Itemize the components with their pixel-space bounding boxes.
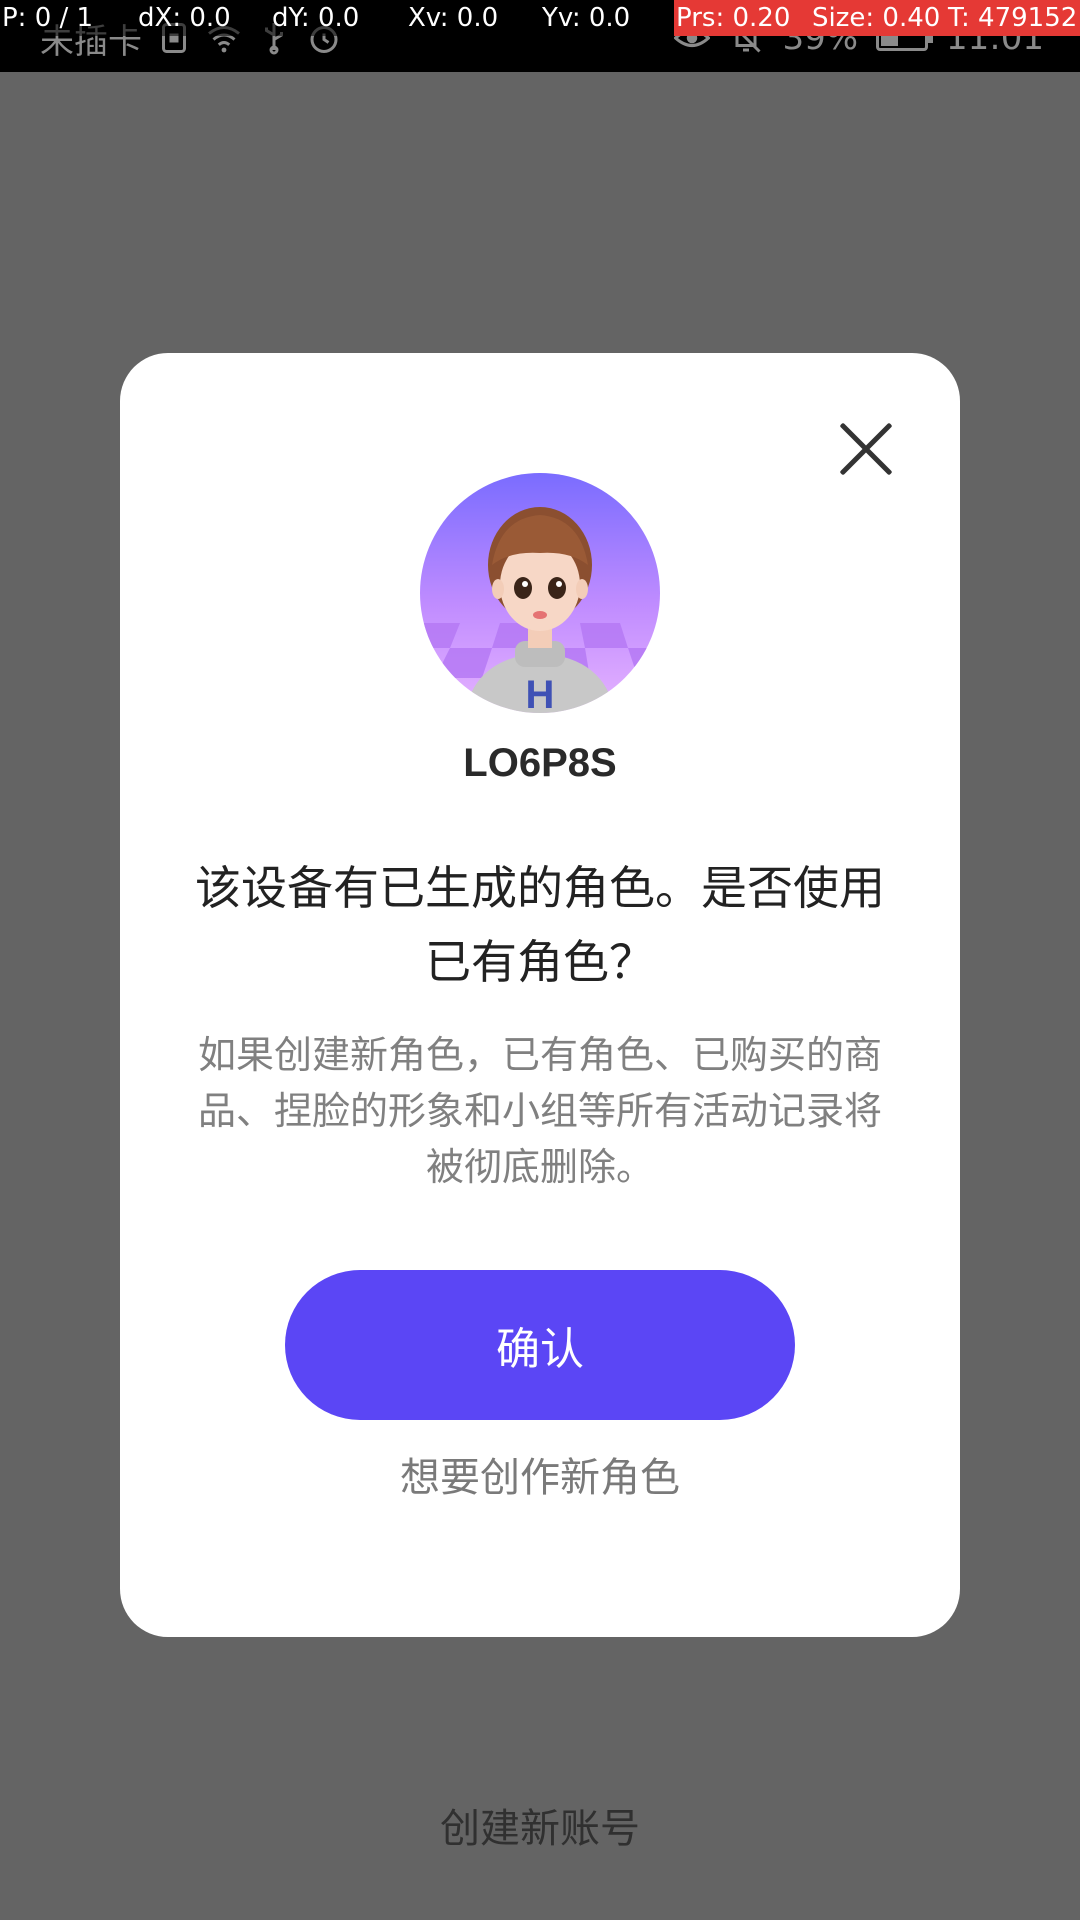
avatar-illustration: H: [420, 473, 660, 713]
close-icon[interactable]: [838, 421, 894, 477]
create-new-role-link[interactable]: 想要创作新角色: [120, 1445, 960, 1503]
username: LO6P8S: [463, 741, 617, 785]
confirm-button-label: 确认: [496, 1324, 584, 1375]
debug-dx: dX: 0.0: [138, 3, 231, 33]
avatar-image: H: [420, 473, 660, 713]
debug-prs: Prs: 0.20: [674, 0, 810, 36]
pointer-debug-overlay: P: 0 / 1 dX: 0.0 dY: 0.0 Xv: 0.0 Yv: 0.0…: [0, 0, 1080, 36]
debug-xv: Xv: 0.0: [408, 3, 499, 33]
debug-dy: dY: 0.0: [272, 3, 360, 33]
dialog-description: 如果创建新角色，已有角色、已购买的商品、捏脸的形象和小组等所有活动记录将被彻底删…: [197, 1033, 882, 1189]
debug-time: T: 479152: [946, 0, 1080, 36]
debug-pointer: P: 0 / 1: [2, 3, 94, 33]
debug-size: Size: 0.40: [810, 0, 946, 36]
confirm-button[interactable]: 确认: [285, 1270, 795, 1420]
create-new-account-link[interactable]: 创建新账号: [0, 1796, 1080, 1854]
debug-yv: Yv: 0.0: [542, 3, 631, 33]
dialog-title: 该设备有已生成的角色。是否使用已有角色？: [195, 861, 885, 989]
svg-text:H: H: [526, 673, 555, 713]
existing-role-dialog: H LO6P8S 该设备有已生成的角色。是否使用已有角色？ 如果创建新角色，已有…: [120, 353, 960, 1637]
